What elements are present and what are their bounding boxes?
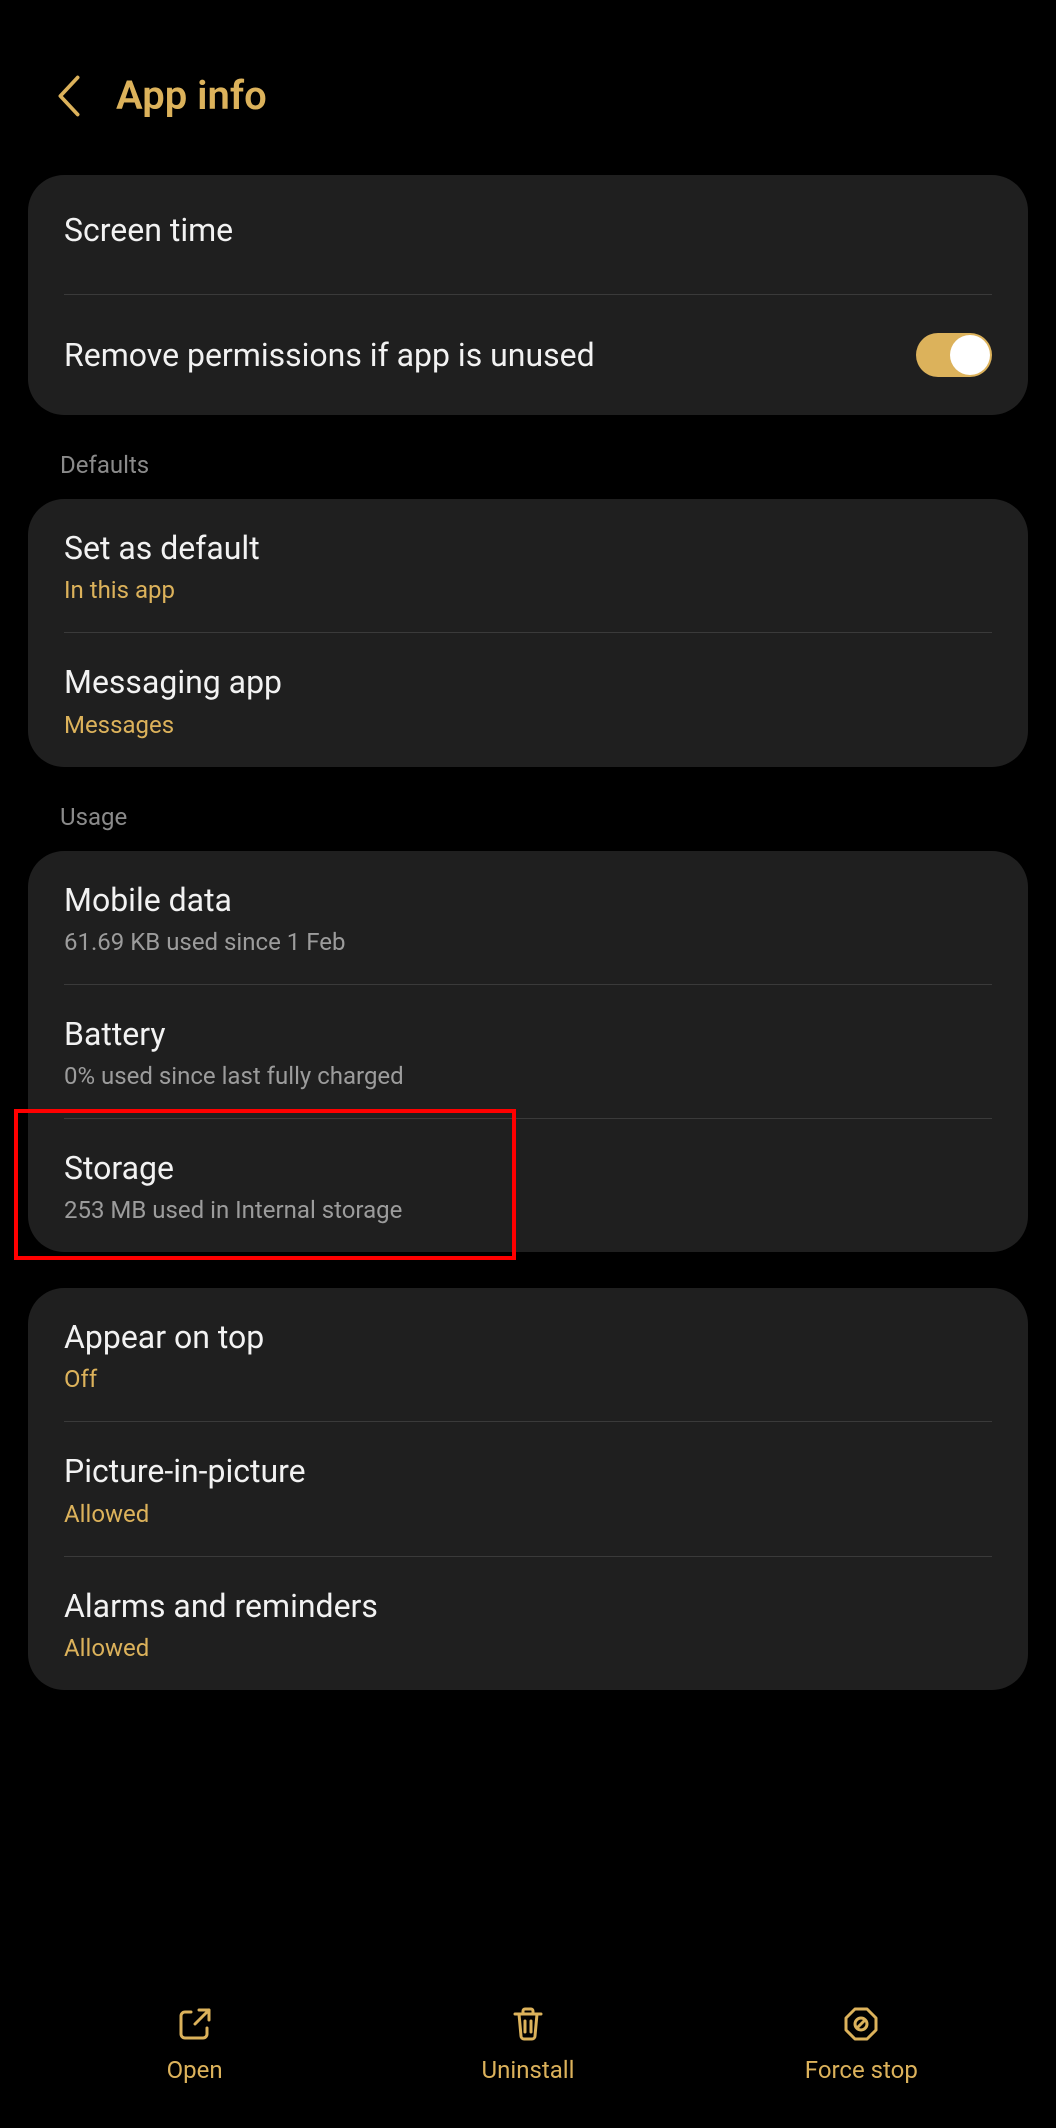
header: App info [28, 32, 1028, 175]
sublabel: 253 MB used in Internal storage [64, 1196, 992, 1224]
back-icon[interactable] [56, 75, 82, 117]
row-remove-permissions[interactable]: Remove permissions if app is unused [28, 295, 1028, 415]
section-label-defaults: Defaults [28, 451, 1028, 499]
label: Force stop [805, 2056, 918, 2084]
toggle-knob [950, 335, 990, 375]
row-picture-in-picture[interactable]: Picture-in-picture Allowed [28, 1422, 1028, 1555]
row-mobile-data[interactable]: Mobile data 61.69 KB used since 1 Feb [28, 851, 1028, 984]
section-label-usage: Usage [28, 803, 1028, 851]
remove-permissions-toggle[interactable] [916, 333, 992, 377]
row-appear-on-top[interactable]: Appear on top Off [28, 1288, 1028, 1421]
open-button[interactable]: Open [30, 2004, 360, 2084]
row-storage[interactable]: Storage 253 MB used in Internal storage [28, 1119, 1028, 1252]
stop-icon [841, 2004, 881, 2044]
force-stop-button[interactable]: Force stop [696, 2004, 1026, 2084]
card-general: Screen time Remove permissions if app is… [28, 175, 1028, 415]
label: Uninstall [482, 2056, 575, 2084]
sublabel: Messages [64, 711, 992, 739]
label: Set as default [64, 527, 992, 570]
row-messaging-app[interactable]: Messaging app Messages [28, 633, 1028, 766]
label: Alarms and reminders [64, 1585, 992, 1628]
label: Mobile data [64, 879, 992, 922]
sublabel: Allowed [64, 1634, 992, 1662]
label: Storage [64, 1147, 992, 1190]
row-screen-time[interactable]: Screen time [28, 175, 1028, 294]
trash-icon [508, 2004, 548, 2044]
open-icon [175, 2004, 215, 2044]
label: Messaging app [64, 661, 992, 704]
row-battery[interactable]: Battery 0% used since last fully charged [28, 985, 1028, 1118]
page-title: App info [116, 72, 267, 119]
label: Open [167, 2056, 223, 2084]
label: Remove permissions if app is unused [64, 334, 595, 377]
label: Battery [64, 1013, 992, 1056]
card-extra: Appear on top Off Picture-in-picture All… [28, 1288, 1028, 1690]
label: Appear on top [64, 1316, 992, 1359]
sublabel: 61.69 KB used since 1 Feb [64, 928, 992, 956]
sublabel: In this app [64, 576, 992, 604]
sublabel: 0% used since last fully charged [64, 1062, 992, 1090]
row-alarms-reminders[interactable]: Alarms and reminders Allowed [28, 1557, 1028, 1690]
row-set-as-default[interactable]: Set as default In this app [28, 499, 1028, 632]
sublabel: Off [64, 1365, 992, 1393]
bottom-bar: Open Uninstall Force stop [28, 1960, 1028, 2128]
label: Picture-in-picture [64, 1450, 992, 1493]
card-defaults: Set as default In this app Messaging app… [28, 499, 1028, 766]
sublabel: Allowed [64, 1500, 992, 1528]
uninstall-button[interactable]: Uninstall [363, 2004, 693, 2084]
label: Screen time [64, 209, 992, 252]
card-usage: Mobile data 61.69 KB used since 1 Feb Ba… [28, 851, 1028, 1253]
